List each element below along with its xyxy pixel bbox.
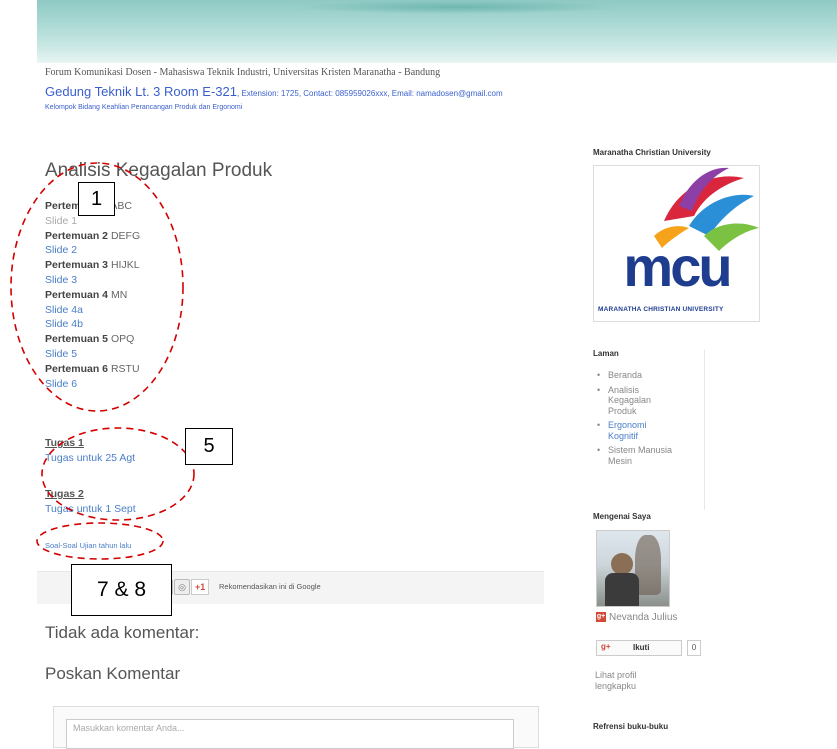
slide-link[interactable]: Slide 5 bbox=[45, 347, 140, 362]
sidebar-university-title: Maranatha Christian University bbox=[593, 148, 711, 157]
annotation-label-5: 5 bbox=[185, 428, 233, 465]
post-title: Analisis Kegagalan Produk bbox=[45, 160, 273, 181]
slide-link[interactable]: Slide 2 bbox=[45, 243, 140, 258]
forum-line: Forum Komunikasi Dosen - Mahasiswa Tekni… bbox=[45, 67, 441, 78]
sidebar-divider bbox=[704, 350, 705, 510]
university-logo: mcu MARANATHA CHRISTIAN UNIVERSITY bbox=[593, 165, 760, 322]
slide-link[interactable]: Slide 4a bbox=[45, 303, 140, 318]
annotation-label-1: 1 bbox=[78, 182, 115, 216]
session-heading: Pertemuan 6 RSTU bbox=[45, 362, 140, 375]
page-link-analisis[interactable]: Analisis Kegagalan Produk bbox=[595, 385, 678, 417]
no-comments-heading: Tidak ada komentar: bbox=[45, 623, 200, 642]
page-link-sistem[interactable]: Sistem Manusia Mesin bbox=[595, 445, 678, 466]
gplus-small-icon: g+ bbox=[601, 642, 611, 651]
tugas-link[interactable]: Tugas untuk 25 Agt bbox=[45, 451, 135, 466]
page-link-ergonomi[interactable]: Ergonomi Kognitif bbox=[595, 420, 678, 441]
session-list: Pertemuan 1 ABC Slide 1 Pertemuan 2 DEFG… bbox=[45, 199, 140, 391]
tugas-heading: Tugas 2 bbox=[45, 488, 84, 500]
annotation-label-78: 7 & 8 bbox=[71, 564, 172, 616]
comment-input[interactable]: Masukkan komentar Anda... bbox=[66, 719, 514, 749]
recommend-text: Rekomendasikan ini di Google bbox=[219, 582, 321, 591]
gplus-icon: g+ bbox=[596, 612, 606, 623]
logo-tagline: MARANATHA CHRISTIAN UNIVERSITY bbox=[598, 306, 724, 313]
tugas-2-block: Tugas 2 Tugas untuk 1 Sept bbox=[45, 487, 136, 517]
follow-label: Ikuti bbox=[633, 643, 650, 652]
comment-box: Masukkan komentar Anda... bbox=[53, 706, 539, 749]
tugas-1-block: Tugas 1 Tugas untuk 25 Agt bbox=[45, 436, 135, 466]
view-profile-link[interactable]: Lihat profil lengkapku bbox=[595, 670, 655, 692]
location-line: Gedung Teknik Lt. 3 Room E-321, Extensio… bbox=[45, 84, 503, 99]
slide-link[interactable]: Slide 1 bbox=[45, 214, 140, 229]
slide-link[interactable]: Slide 6 bbox=[45, 377, 140, 392]
post-comment-heading: Poskan Komentar bbox=[45, 664, 181, 683]
slide-link[interactable]: Slide 4b bbox=[45, 317, 140, 332]
session-heading: Pertemuan 4 MN bbox=[45, 288, 128, 301]
profile-name[interactable]: g+ Nevanda Julius bbox=[596, 612, 677, 624]
page-link-beranda[interactable]: Beranda bbox=[595, 370, 678, 381]
pages-list: Beranda Analisis Kegagalan Produk Ergono… bbox=[595, 370, 678, 470]
soal-ujian-link[interactable]: Soal-Soal Ujian tahun lalu bbox=[45, 541, 131, 550]
session-heading: Pertemuan 3 HIJKL bbox=[45, 259, 140, 272]
session-heading: Pertemuan 2 DEFG bbox=[45, 229, 141, 242]
follow-button[interactable]: g+ Ikuti bbox=[596, 640, 682, 656]
sidebar-pages-title: Laman bbox=[593, 349, 619, 358]
sidebar-books-title: Refrensi buku-buku bbox=[593, 722, 669, 731]
group-line: Kelompok Bidang Keahlian Perancangan Pro… bbox=[45, 104, 243, 111]
slide-link[interactable]: Slide 3 bbox=[45, 273, 140, 288]
tugas-link[interactable]: Tugas untuk 1 Sept bbox=[45, 502, 136, 517]
session-heading: Pertemuan 5 OPQ bbox=[45, 333, 135, 346]
header-banner bbox=[37, 0, 837, 63]
follow-count: 0 bbox=[687, 640, 701, 656]
gplus-button[interactable]: +1 bbox=[191, 579, 210, 595]
contact-text: , Extension: 1725, Contact: 085959026xxx… bbox=[237, 89, 503, 98]
logo-text: mcu bbox=[623, 235, 732, 298]
share-circle-icon[interactable]: ◎ bbox=[174, 579, 190, 595]
profile-avatar[interactable] bbox=[596, 530, 670, 607]
location-text: Gedung Teknik Lt. 3 Room E-321 bbox=[45, 84, 237, 99]
sidebar-about-title: Mengenai Saya bbox=[593, 512, 651, 521]
tugas-heading: Tugas 1 bbox=[45, 437, 84, 449]
